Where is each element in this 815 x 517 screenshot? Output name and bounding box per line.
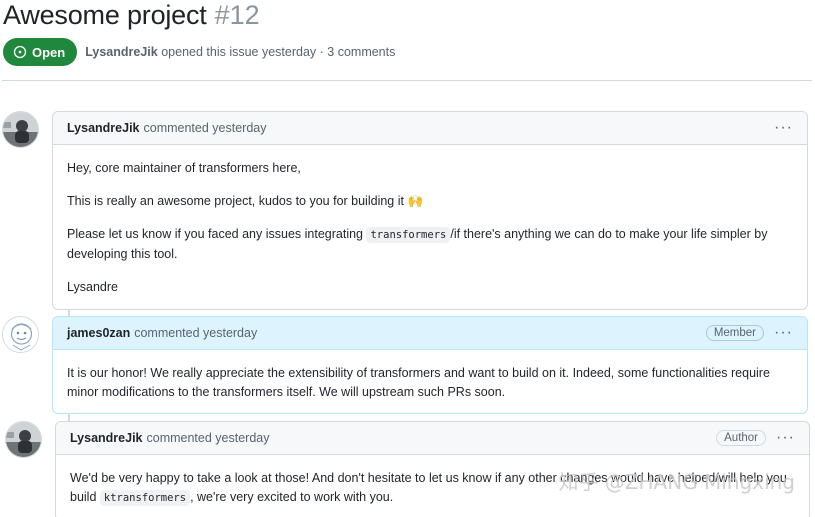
comment-paragraph: This is really an awesome project, kudos… bbox=[67, 194, 424, 208]
avatar-james0zan-icon bbox=[3, 317, 38, 352]
avatar-lysandrejik-icon bbox=[6, 422, 41, 457]
comment-author[interactable]: james0zan bbox=[67, 326, 130, 340]
comment-text: Please let us know if you faced any issu… bbox=[67, 227, 367, 241]
comment-timestamp[interactable]: commented yesterday bbox=[134, 326, 257, 340]
avatar[interactable] bbox=[2, 111, 39, 148]
role-badge: Member bbox=[705, 325, 765, 341]
kebab-menu-icon[interactable]: ··· bbox=[774, 325, 793, 341]
comment-header: LysandreJik commented yesterday ··· bbox=[53, 112, 807, 145]
issue-meta-row: Open LysandreJik opened this issue yeste… bbox=[3, 38, 395, 66]
issue-number: #12 bbox=[214, 0, 260, 30]
comment-body: Hey, core maintainer of transformers her… bbox=[53, 145, 807, 307]
avatar-lysandrejik-icon bbox=[3, 112, 38, 147]
comment-signature: Lysandre bbox=[67, 280, 118, 294]
state-badge: Open bbox=[3, 38, 78, 66]
issue-title-row: Awesome project #12 bbox=[3, 0, 260, 32]
avatar[interactable] bbox=[5, 421, 42, 458]
avatar[interactable] bbox=[2, 316, 39, 353]
role-badge: Author bbox=[716, 430, 767, 446]
comment-text: , we're very excited to work with you. bbox=[190, 490, 394, 504]
opener-link[interactable]: LysandreJik bbox=[85, 45, 158, 59]
issue-opened-icon bbox=[13, 45, 27, 59]
inline-code: ktransformers bbox=[99, 490, 191, 506]
comment-body: We'd be very happy to take a look at tho… bbox=[56, 455, 809, 517]
comment-paragraph: We'd be very happy to take a look at tho… bbox=[70, 469, 795, 508]
issue-title: Awesome project bbox=[3, 0, 207, 30]
comment-author[interactable]: LysandreJik bbox=[70, 431, 143, 445]
comment-body: It is our honor! We really appreciate th… bbox=[53, 350, 807, 412]
comment-header: james0zan commented yesterday Member ··· bbox=[53, 317, 807, 350]
kebab-menu-icon[interactable]: ··· bbox=[776, 430, 795, 446]
comment-paragraph: Hey, core maintainer of transformers her… bbox=[67, 161, 301, 175]
comment-author[interactable]: LysandreJik bbox=[67, 121, 140, 135]
comment-card: LysandreJik commented yesterday ··· Hey,… bbox=[52, 111, 808, 310]
comment-card: james0zan commented yesterday Member ···… bbox=[52, 316, 808, 414]
inline-code: transformers bbox=[366, 227, 451, 243]
meta-suffix: opened this issue yesterday · 3 comments bbox=[161, 45, 396, 59]
comment-header: LysandreJik commented yesterday Author ·… bbox=[56, 422, 809, 455]
kebab-menu-icon[interactable]: ··· bbox=[774, 120, 793, 136]
comment-paragraph: It is our honor! We really appreciate th… bbox=[67, 366, 770, 399]
state-label: Open bbox=[32, 44, 66, 60]
comment-paragraph: Please let us know if you faced any issu… bbox=[67, 225, 793, 264]
header-divider bbox=[2, 80, 812, 81]
comment-timestamp[interactable]: commented yesterday bbox=[144, 121, 267, 135]
comment-timestamp[interactable]: commented yesterday bbox=[147, 431, 270, 445]
issue-meta-text: LysandreJik opened this issue yesterday … bbox=[85, 45, 395, 59]
comment-card: LysandreJik commented yesterday Author ·… bbox=[55, 421, 810, 517]
